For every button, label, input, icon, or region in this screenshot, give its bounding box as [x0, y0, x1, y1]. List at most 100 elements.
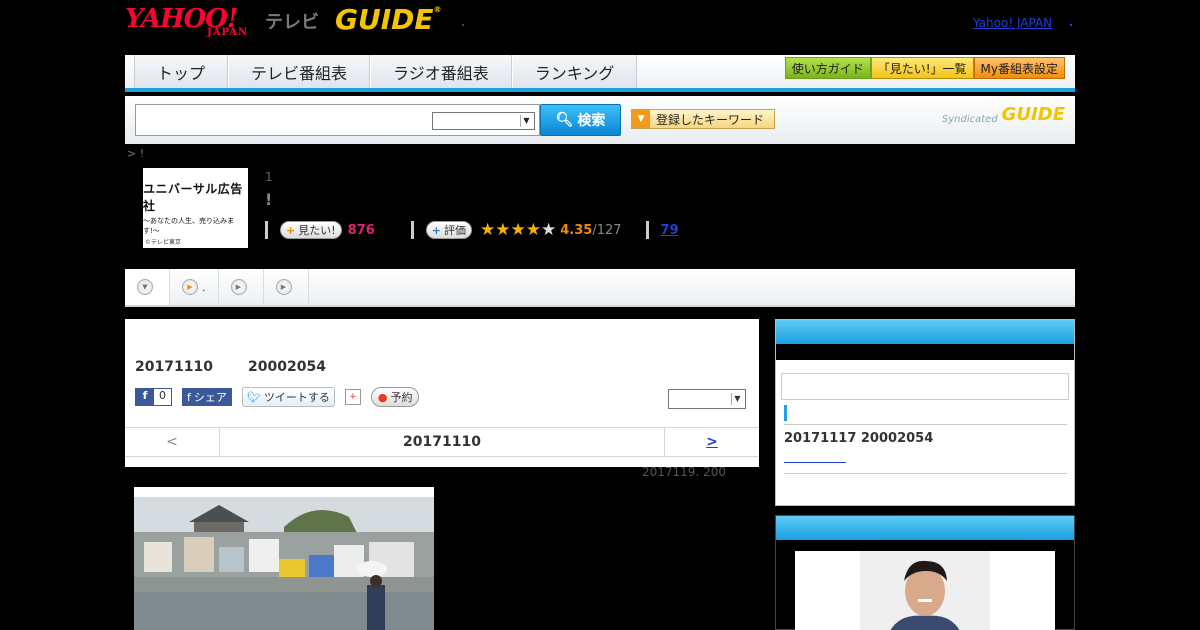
tv-logo: テレビ: [265, 12, 319, 33]
twitter-bird-icon: 🐦︎: [246, 390, 261, 404]
facebook-share-button[interactable]: f シェア: [182, 388, 232, 406]
facebook-like-button[interactable]: f 0: [135, 388, 172, 406]
search-category-select[interactable]: ▼: [432, 112, 535, 130]
header-separator: [462, 24, 464, 26]
episode-select[interactable]: ▼: [668, 389, 746, 409]
search-button-label: 検索: [577, 113, 606, 129]
syndicated-g-guide-logo: Syndicated GUIDE: [942, 104, 1065, 125]
program-title: !: [265, 190, 273, 209]
breadcrumb[interactable]: > !: [127, 147, 144, 160]
tab-2[interactable]: ▶ .: [170, 269, 219, 305]
tweet-label: ツイートする: [263, 391, 330, 404]
g-guide-logo-text: GUIDE: [335, 3, 434, 36]
program-tabs: ▼ ▶ . ▶ ▶: [125, 269, 1075, 307]
share-buttons: f 0 f シェア 🐦︎ ツイートする + ● 予約: [135, 387, 420, 407]
g-guide-logo[interactable]: GUIDE®: [335, 6, 442, 34]
yahoo-japan-logo[interactable]: YAHOO! JAPAN: [125, 6, 247, 38]
tab-3[interactable]: ▶: [219, 269, 264, 305]
search-icon: 🔍︎: [555, 112, 574, 128]
next-episode-box: 20171117 20002054: [775, 319, 1075, 506]
chevron-down-icon: ▼: [731, 393, 743, 405]
episode-navigation: < 20171110 >: [125, 427, 759, 457]
play-icon: ▶: [275, 279, 292, 295]
star-filled-icon: ★: [510, 219, 526, 240]
yahoo-japan-link[interactable]: Yahoo! JAPAN: [973, 16, 1052, 30]
rate-label: 評価: [444, 224, 466, 237]
mitai-list-button[interactable]: 「見たい!」一覧: [870, 57, 974, 79]
stats-divider: [265, 221, 268, 239]
next-episode-info: 20171117 20002054: [784, 431, 934, 446]
heading-marker: [784, 405, 787, 421]
facebook-like-count: 0: [154, 389, 171, 405]
rating-score: 4.35: [560, 222, 593, 238]
star-filled-icon: ★: [495, 219, 511, 240]
nav-tab-top[interactable]: トップ: [134, 55, 229, 88]
cast-header: [776, 516, 1074, 540]
search-bar: ▼ 🔍︎ 検索 ▼ 登録したキーワード Syndicated GUIDE: [125, 96, 1075, 144]
divider: [784, 473, 1067, 474]
next-air-date: 2017119. 200: [642, 465, 726, 479]
chevron-down-icon: ▼: [137, 279, 153, 295]
next-episode-heading: [784, 405, 1067, 425]
cast-box: [775, 515, 1075, 630]
episode-still-image: [134, 487, 434, 630]
rate-button[interactable]: + 評価: [425, 221, 472, 239]
registered-mark-icon: ®: [433, 5, 442, 14]
next-episode-link[interactable]: [784, 459, 846, 463]
link-separator: [1070, 24, 1072, 26]
plus-icon: +: [286, 223, 296, 237]
search-button[interactable]: 🔍︎ 検索: [540, 104, 621, 136]
comments-count-link[interactable]: 79: [661, 223, 679, 238]
mitai-count: 876: [347, 222, 375, 238]
chevron-down-icon: ▼: [520, 115, 532, 127]
reserve-button[interactable]: ● 予約: [370, 387, 420, 407]
program-stats: + 見たい! 876 + 評価 ★ ★ ★ ★ ★ 4.35 /127 79: [265, 220, 679, 240]
episode-code: 20002054: [248, 359, 326, 375]
stats-divider: [410, 221, 414, 239]
program-thumbnail-copyright: ©テレビ東京: [145, 239, 182, 246]
nav-tab-ranking[interactable]: ランキング: [511, 55, 638, 88]
play-icon: ▶: [182, 279, 198, 295]
play-icon: ▶: [230, 279, 247, 295]
program-thumbnail-subtitle: 〜あなたの人生、売り込みます!〜: [143, 217, 234, 235]
episode-panel: 20171110 20002054 f 0 f シェア 🐦︎ ツイートする + …: [125, 319, 759, 467]
star-filled-icon: ★: [480, 219, 496, 240]
program-thumbnail[interactable]: ユニバーサル広告社 〜あなたの人生、売り込みます!〜 ©テレビ東京: [143, 168, 248, 248]
facebook-share-label: シェア: [193, 391, 227, 404]
global-nav: トップ テレビ番組表 ラジオ番組表 ランキング 使い方ガイド 「見たい!」一覧 …: [125, 55, 1075, 92]
syndicated-logo-text: GUIDE: [1001, 104, 1065, 125]
stats-divider: [645, 221, 649, 239]
syndicated-label: Syndicated: [941, 114, 998, 125]
tab-4[interactable]: ▶: [264, 269, 309, 305]
previous-episode-link[interactable]: <: [125, 428, 220, 456]
next-episode-field: [781, 373, 1069, 400]
cast-photo: [860, 551, 990, 630]
cast-portrait-image: [860, 551, 990, 630]
nav-tab-radio-listings[interactable]: ラジオ番組表: [370, 55, 512, 88]
mitai-button[interactable]: + 見たい!: [280, 221, 342, 239]
tab-1[interactable]: ▼: [125, 269, 170, 305]
usage-guide-button[interactable]: 使い方ガイド: [784, 57, 871, 79]
record-dot-icon: ●: [377, 390, 388, 404]
cast-photo-frame[interactable]: [795, 551, 1055, 630]
tab-label: .: [202, 280, 206, 294]
nav-buttons: 使い方ガイド 「見たい!」一覧 My番組表設定: [784, 57, 1065, 79]
nav-tab-tv-listings[interactable]: テレビ番組表: [228, 55, 371, 88]
my-listings-settings-button[interactable]: My番組表設定: [973, 57, 1065, 79]
star-empty-icon: ★: [541, 219, 557, 240]
japan-logo-text: JAPAN: [207, 27, 249, 38]
nav-tabs: トップ テレビ番組表 ラジオ番組表 ランキング: [134, 55, 638, 88]
reserve-label: 予約: [390, 391, 413, 404]
facebook-icon: f: [187, 390, 191, 404]
calendar-add-icon[interactable]: +: [344, 389, 361, 405]
mitai-label: 見たい!: [298, 224, 336, 237]
next-episode-header: [776, 320, 1074, 344]
star-filled-icon: ★: [525, 219, 541, 240]
facebook-icon: f: [136, 389, 154, 405]
next-episode-subheader: [776, 344, 1074, 360]
current-episode-date: 20171110: [403, 434, 481, 450]
dropdown-arrow-icon: ▼: [632, 110, 650, 128]
saved-keywords-button[interactable]: ▼ 登録したキーワード: [631, 109, 775, 129]
tweet-button[interactable]: 🐦︎ ツイートする: [241, 387, 335, 407]
next-episode-link[interactable]: >: [664, 428, 759, 456]
